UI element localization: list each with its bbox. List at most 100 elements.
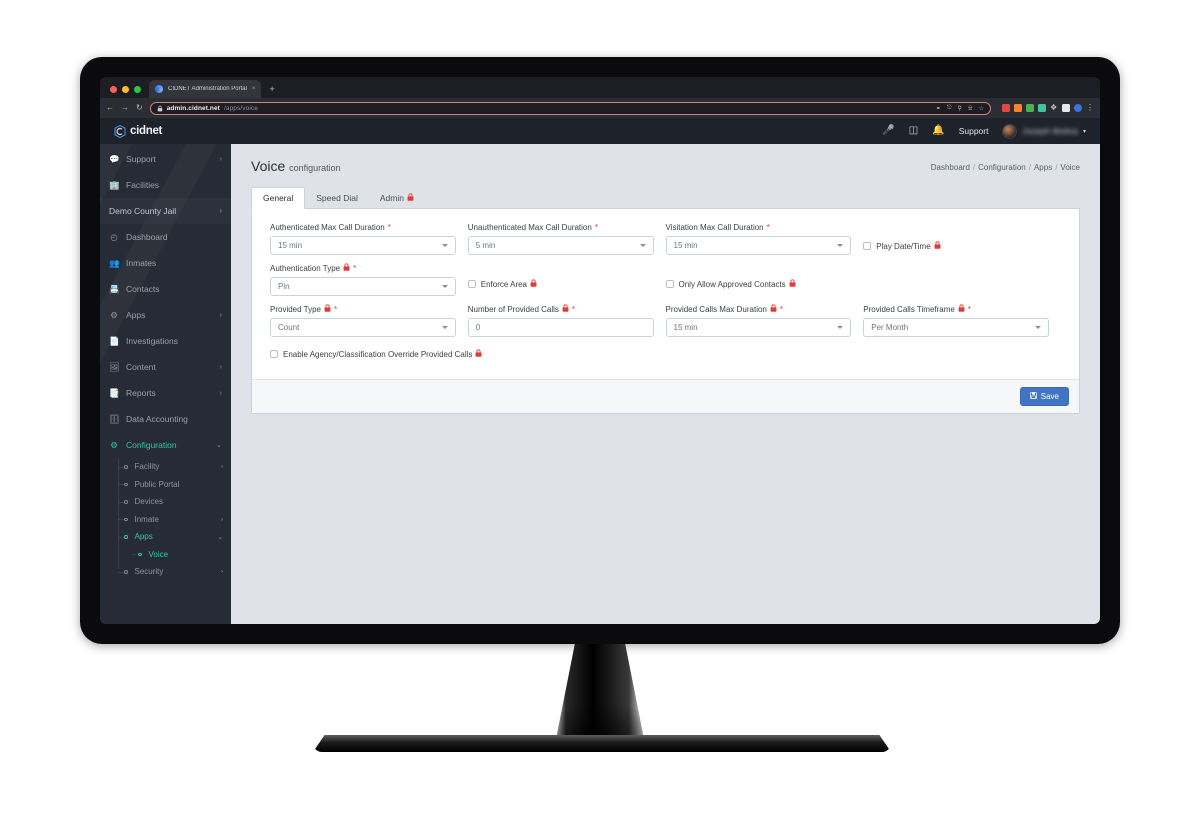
key-icon[interactable]: ⚭ [936, 105, 941, 112]
sidebar-subitem-facility[interactable]: Facility › [100, 458, 231, 476]
save-button[interactable]: Save [1019, 387, 1069, 406]
checkbox-box[interactable] [270, 350, 278, 358]
sidebar-item-apps[interactable]: ⚙ Apps › [100, 302, 231, 328]
sidebar-subitem-public-portal[interactable]: Public Portal [100, 476, 231, 494]
tab-speed-dial[interactable]: Speed Dial [305, 188, 369, 208]
investigations-icon: 📄 [109, 335, 120, 346]
minimize-window-icon[interactable] [122, 86, 129, 93]
tab-general[interactable]: General [251, 187, 306, 209]
red-extension-icon[interactable] [1002, 104, 1010, 112]
close-window-icon[interactable] [110, 86, 117, 93]
reload-icon[interactable]: ↻ [136, 104, 143, 112]
authenticated-max-call-duration-select[interactable]: 15 min [270, 236, 456, 255]
label-text: Only Allow Approved Contacts [678, 279, 786, 289]
address-bar[interactable]: admin.cidnet.net /apps/voice ⚭ ⎋ ⚲ ⎒ ☆ [149, 101, 991, 115]
sidebar-subitem-security[interactable]: Security › [100, 563, 231, 581]
print-icon[interactable]: ⎒ [968, 105, 973, 112]
authentication-type-select[interactable]: Pin [270, 277, 456, 296]
chevron-right-icon: › [220, 515, 223, 523]
provided-calls-max-duration-select[interactable]: 15 min [665, 318, 852, 337]
checkbox-box[interactable] [665, 280, 674, 288]
close-tab-icon[interactable]: × [252, 86, 256, 92]
sidebar-item-investigations[interactable]: 📄 Investigations [100, 328, 231, 354]
sidebar-item-facilities[interactable]: 🏢 Facilities [100, 172, 231, 198]
bell-icon[interactable]: 🔔 [932, 126, 944, 136]
back-icon[interactable]: ← [106, 104, 114, 112]
breadcrumb-item-configuration[interactable]: Configuration [978, 163, 1026, 172]
maximize-window-icon[interactable] [134, 86, 141, 93]
application: cidnet 🎤 ◫ 🔔 Support Joseph Molina ▾ 💬 S… [100, 118, 1100, 624]
chevron-down-icon: ⌄ [217, 533, 223, 541]
checkbox-box[interactable] [863, 242, 872, 250]
sidebar-item-demo-county-jail[interactable]: Demo County Jail › [100, 198, 231, 224]
breadcrumb-item-voice[interactable]: Voice [1060, 163, 1080, 172]
sidebar-item-contacts[interactable]: 📇 Contacts [100, 276, 231, 302]
selected-value: Count [278, 323, 300, 332]
provided-calls-timeframe-select[interactable]: Per Month [863, 318, 1049, 337]
tab-admin[interactable]: Admin [369, 188, 425, 208]
cidnet-logo[interactable]: cidnet [114, 124, 162, 138]
green-extension-icon[interactable] [1026, 104, 1034, 112]
sidebar-item-support[interactable]: 💬 Support › [100, 146, 231, 172]
white-extension-icon[interactable] [1062, 104, 1070, 112]
sidebar-item-reports[interactable]: 📑 Reports › [100, 380, 231, 406]
zoom-icon[interactable]: ⚲ [957, 105, 961, 112]
breadcrumb-separator: / [972, 163, 976, 172]
package-icon[interactable]: ◫ [909, 126, 918, 136]
breadcrumb-item-apps[interactable]: Apps [1034, 163, 1052, 172]
header-actions: 🎤 ◫ 🔔 Support Joseph Molina ▾ [882, 123, 1086, 139]
chevron-right-icon: › [220, 568, 223, 576]
visitation-max-call-duration-select[interactable]: 15 min [665, 236, 852, 255]
number-of-provided-calls-input[interactable]: 0 [467, 318, 654, 337]
browser-tab-active[interactable]: CIDNET Administration Portal × [149, 80, 262, 98]
enforce-area-checkbox[interactable]: Enforce Area [467, 279, 537, 289]
field-visitation-max-call-duration: Visitation Max Call Duration * 15 min [665, 223, 864, 255]
only-allow-approved-contacts-checkbox[interactable]: Only Allow Approved Contacts [665, 279, 796, 289]
orange-extension-icon[interactable] [1014, 104, 1022, 112]
forward-icon[interactable]: → [121, 104, 129, 112]
puzzle-extension-icon[interactable]: ❖ [1050, 104, 1058, 112]
share-icon[interactable]: ⎋ [947, 105, 952, 112]
checkbox-box[interactable] [467, 280, 476, 288]
new-tab-button[interactable]: + [269, 84, 274, 98]
blue-profile-icon[interactable] [1074, 104, 1082, 112]
teal-extension-icon[interactable] [1038, 104, 1046, 112]
checkbox-label: Play Date/Time [876, 241, 941, 251]
sidebar-item-content[interactable]: 🖼 Content › [100, 354, 231, 380]
breadcrumb-separator: / [1055, 163, 1058, 172]
label-text: Visitation Max Call Duration [665, 223, 764, 232]
sidebar-item-inmates[interactable]: 👥 Inmates [100, 250, 231, 276]
sidebar-item-dashboard[interactable]: ◴ Dashboard [100, 224, 231, 250]
support-link[interactable]: Support [959, 126, 989, 136]
lock-icon [157, 105, 162, 111]
chevron-down-icon [639, 244, 646, 247]
play-date-time-checkbox[interactable]: Play Date/Time [863, 241, 941, 251]
sidebar-subitem-label: Inmate [134, 514, 159, 524]
selected-value: 15 min [278, 241, 303, 250]
bullet-icon [138, 552, 142, 556]
sidebar-subitem-inmate[interactable]: Inmate › [100, 511, 231, 529]
sidebar-subitem-voice[interactable]: Voice [100, 546, 231, 564]
label-text: Authentication Type [270, 263, 341, 273]
microphone-icon[interactable]: 🎤 [882, 126, 894, 136]
sidebar-subitem-apps[interactable]: Apps ⌄ [100, 528, 231, 546]
sidebar-item-configuration[interactable]: ⚙ Configuration ⌄ [100, 432, 231, 458]
field-label: Authenticated Max Call Duration * [270, 223, 456, 232]
bookmark-star-icon[interactable]: ☆ [979, 105, 984, 112]
unauthenticated-max-call-duration-select[interactable]: 5 min [467, 236, 654, 255]
label-text: Enable Agency/Classification Override Pr… [283, 349, 473, 359]
user-menu[interactable]: Joseph Molina ▾ [1002, 123, 1086, 139]
sidebar-item-data-accounting[interactable]: 🗄 Data Accounting [100, 406, 231, 432]
cidnet-mark-icon [114, 124, 126, 138]
selected-value: 5 min [475, 241, 496, 250]
required-marker: * [334, 304, 338, 314]
selected-value: Pin [278, 282, 290, 291]
label-text: Number of Provided Calls [467, 304, 559, 314]
page-title-main: Voice [251, 158, 286, 174]
sidebar-subitem-devices[interactable]: Devices [100, 493, 231, 511]
enable-agency-override-checkbox[interactable]: Enable Agency/Classification Override Pr… [270, 349, 482, 359]
kebab-menu-icon[interactable]: ⋮ [1086, 104, 1094, 112]
provided-type-select[interactable]: Count [270, 318, 456, 337]
breadcrumb-item-dashboard[interactable]: Dashboard [931, 163, 970, 172]
window-traffic-lights[interactable] [108, 86, 149, 98]
